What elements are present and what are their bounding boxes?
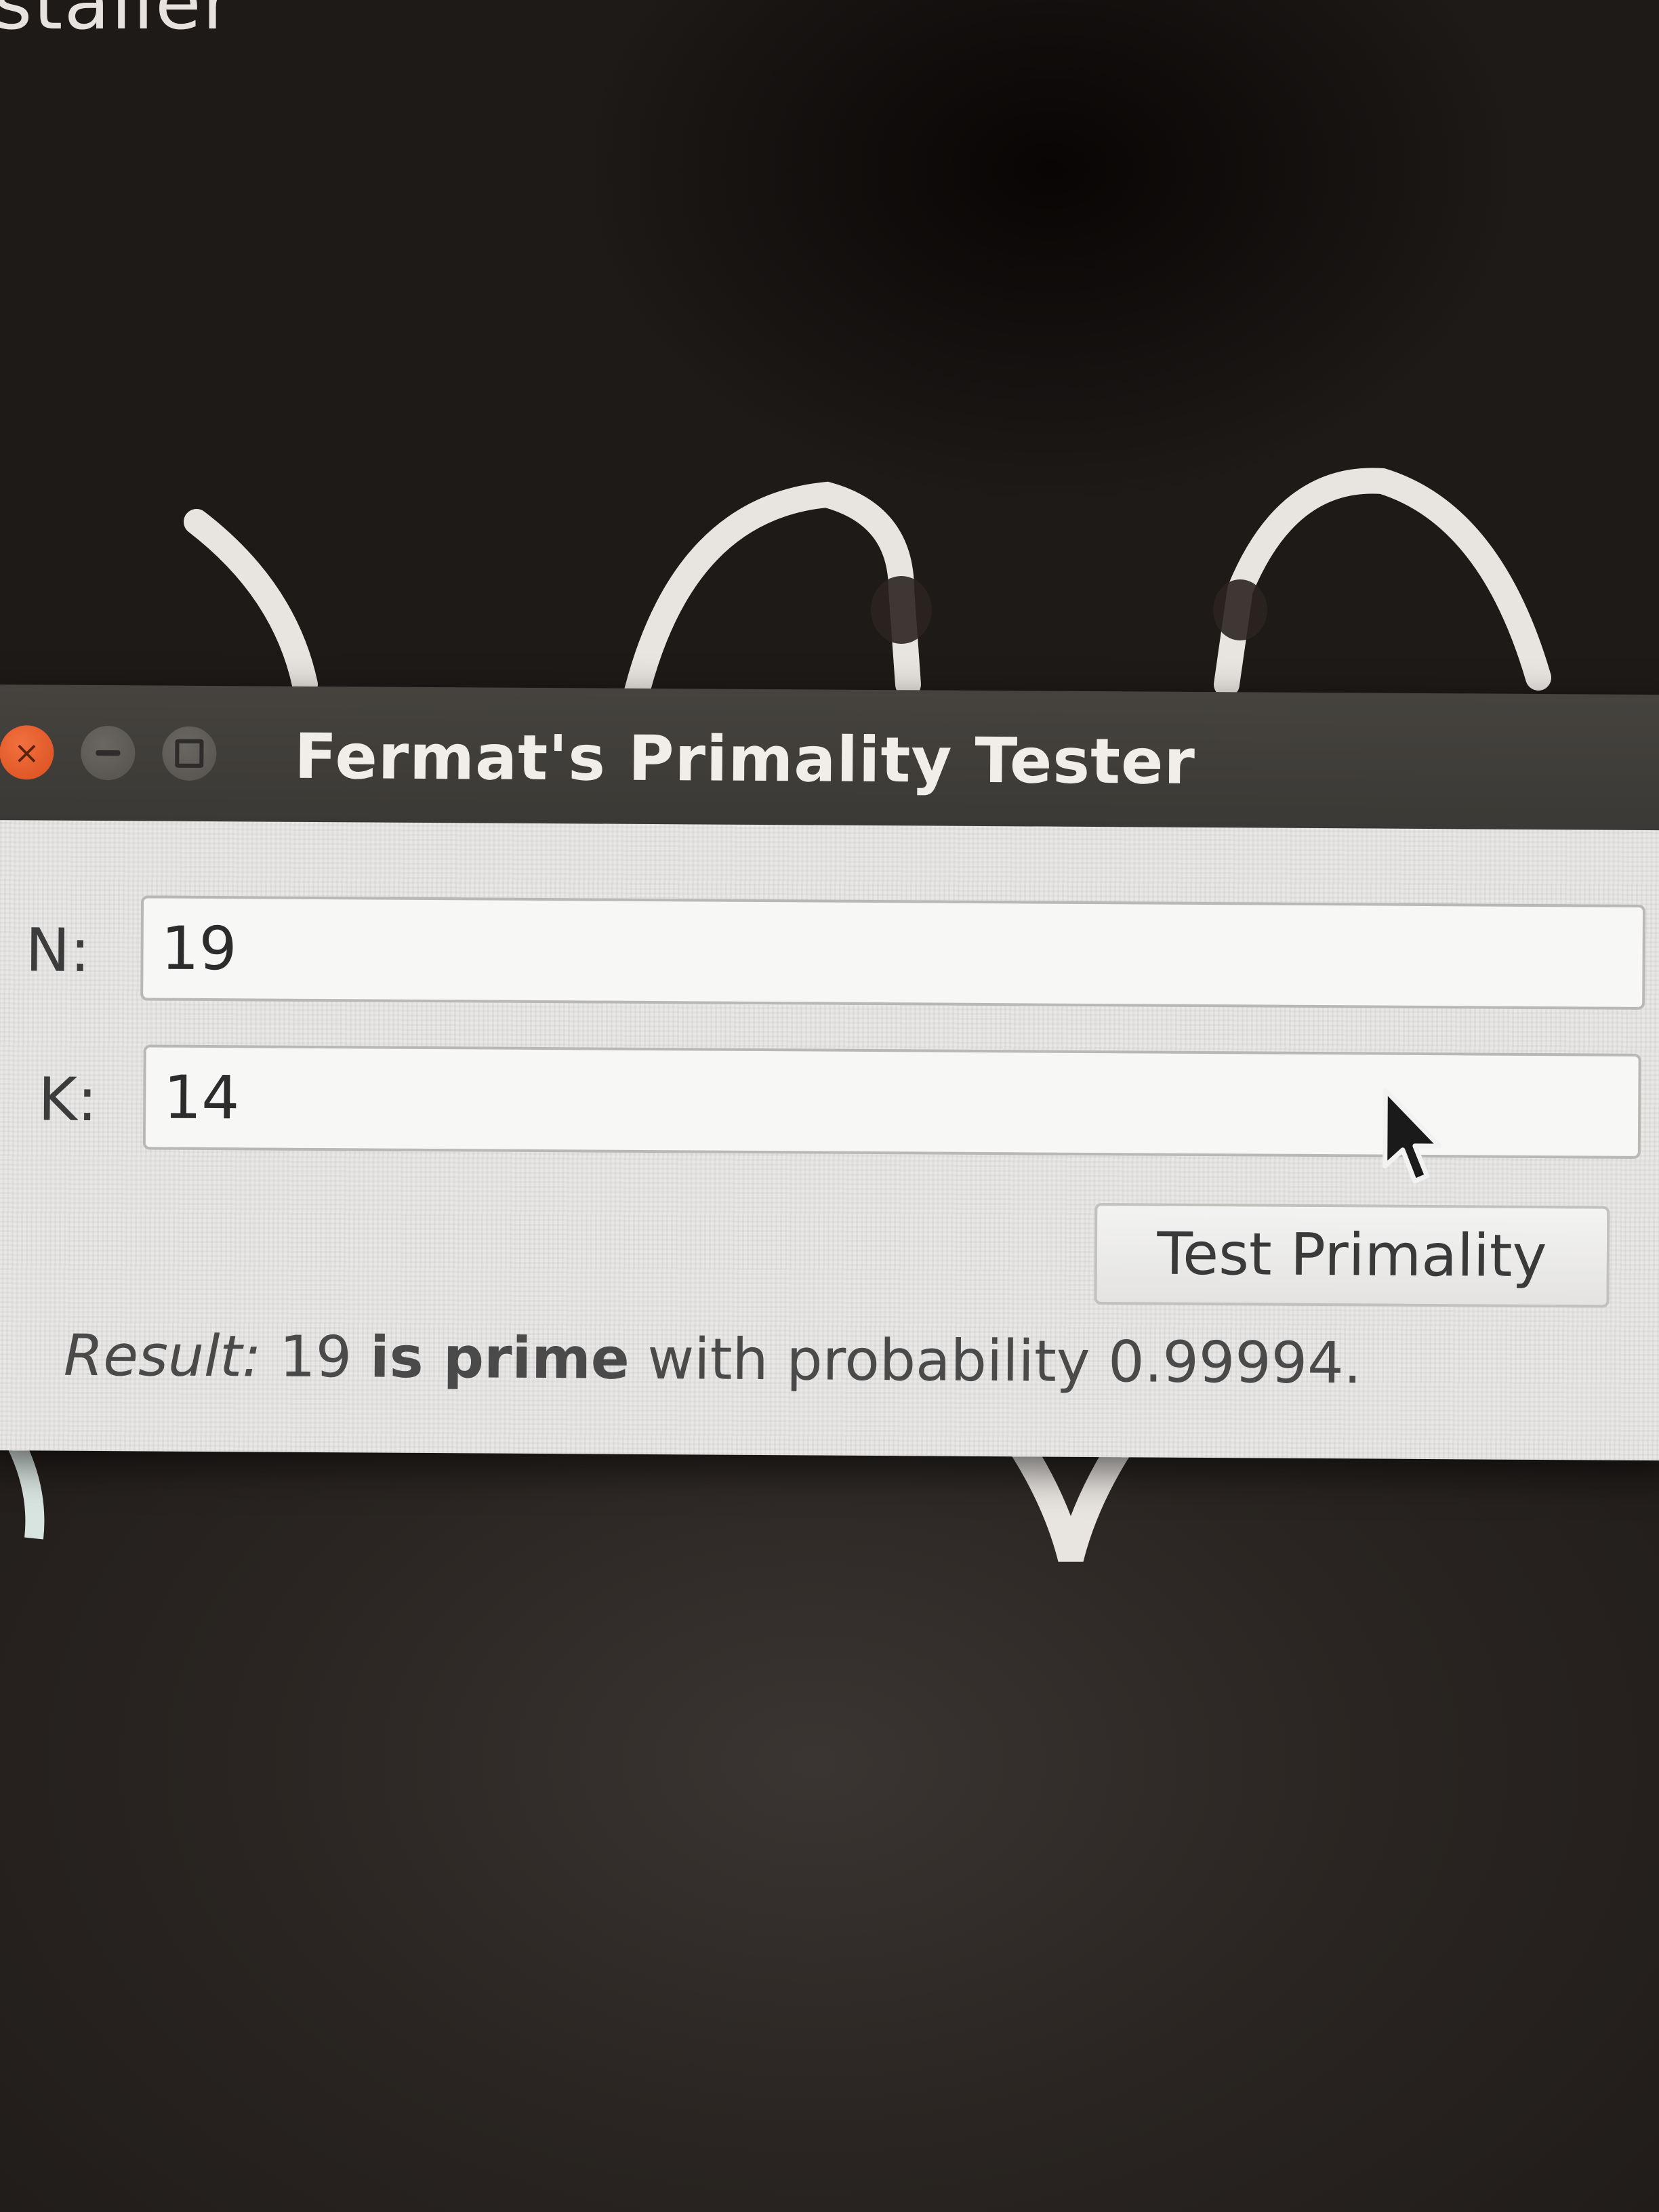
result-label: Result: [63, 1322, 262, 1390]
mouse-pointer-icon [1382, 1088, 1442, 1184]
test-primality-button[interactable]: Test Primality [1094, 1203, 1610, 1308]
result-suffix: with probability 0.99994. [647, 1325, 1362, 1397]
n-input[interactable] [140, 895, 1646, 1010]
window-title: Fermat's Primality Tester [294, 720, 1196, 798]
minimize-button[interactable] [81, 725, 136, 781]
result-verdict: is prime [369, 1324, 630, 1392]
app-window: × Fermat's Primality Tester N: K: Test P… [0, 684, 1659, 1461]
maximize-icon [175, 739, 204, 768]
result-number: 19 [279, 1323, 352, 1391]
k-label: K: [37, 1064, 98, 1135]
desktop-background: staller × Fermat's Primality Tester N: 1… [0, 0, 1659, 2212]
maximize-button[interactable] [162, 726, 217, 781]
result-text: Result: 19 is prime with probability 0.9… [64, 1322, 1362, 1397]
close-icon: × [13, 734, 40, 771]
n-label: N: [25, 915, 91, 985]
close-button[interactable]: × [0, 725, 54, 780]
title-bar[interactable]: × Fermat's Primality Tester [0, 684, 1659, 831]
minimize-icon [96, 750, 121, 756]
